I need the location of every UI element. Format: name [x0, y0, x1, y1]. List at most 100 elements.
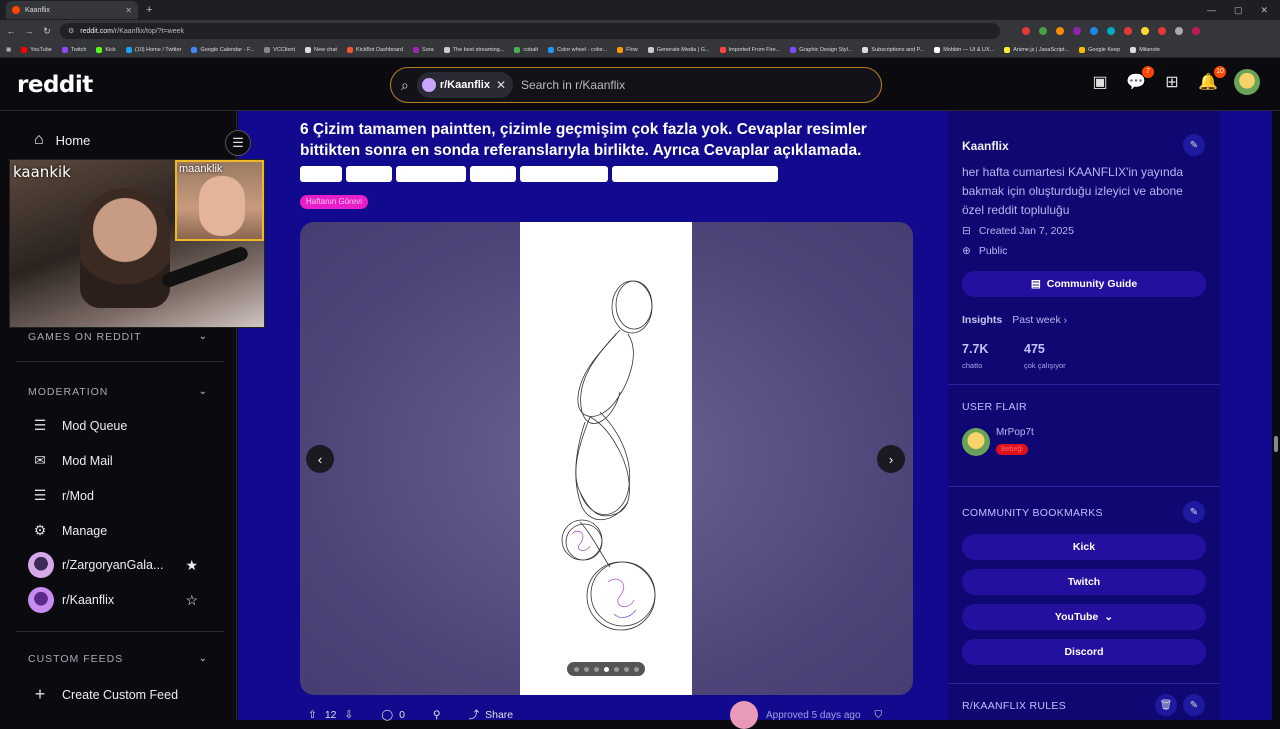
- sidebar-item-home[interactable]: ⌂ Home: [34, 131, 90, 149]
- apps-icon[interactable]: ▦: [6, 47, 11, 53]
- bookmark-item[interactable]: The best streaming...: [443, 46, 504, 53]
- insights-period-dropdown[interactable]: Past week ›: [1012, 314, 1067, 326]
- bookmark-item[interactable]: Color wheel - color...: [548, 46, 607, 53]
- extension-icon[interactable]: [1141, 27, 1149, 35]
- bookmark-item[interactable]: Milanote: [1130, 46, 1160, 53]
- bookmark-item[interactable]: Twitch: [61, 46, 86, 53]
- extension-icon[interactable]: [1022, 27, 1030, 35]
- extension-icon[interactable]: [1039, 27, 1047, 35]
- sidebar-item-kaanflix[interactable]: r/Kaanflix ☆: [28, 587, 198, 613]
- downvote-icon[interactable]: ⇩: [345, 709, 354, 721]
- chat-icon[interactable]: 💬 7: [1126, 66, 1154, 92]
- comments-button[interactable]: ◯ 0: [381, 709, 405, 721]
- scrollbar-thumb[interactable]: [1274, 436, 1278, 452]
- search-bar[interactable]: ⌕ r/Kaanflix ✕: [390, 67, 882, 103]
- gallery-dot[interactable]: [603, 666, 609, 672]
- sidebar-item-zargoryan[interactable]: r/ZargoryanGala... ★: [28, 552, 198, 578]
- post-title[interactable]: 6 Çizim tamamen paintten, çizimle geçmiş…: [300, 119, 920, 161]
- bookmark-item[interactable]: Graphic Design Styl...: [790, 46, 852, 53]
- gallery-dot[interactable]: [583, 666, 589, 672]
- community-guide-button[interactable]: ▤ Community Guide: [962, 271, 1206, 297]
- award-icon[interactable]: ⚲: [433, 709, 441, 721]
- bookmark-twitch-button[interactable]: Twitch: [962, 569, 1206, 595]
- bookmark-item[interactable]: Mobbin — UI & UX...: [934, 46, 994, 53]
- page-scrollbar[interactable]: [1272, 111, 1280, 720]
- star-filled-icon[interactable]: ★: [185, 557, 198, 574]
- gallery-image[interactable]: [520, 222, 692, 695]
- bookmark-item[interactable]: Generate Media | G...: [647, 46, 710, 53]
- bookmark-item[interactable]: KickBot Dashboard: [346, 46, 403, 53]
- custom-feeds-section-header[interactable]: CUSTOM FEEDS ⌄: [28, 653, 208, 665]
- star-outline-icon[interactable]: ☆: [185, 592, 198, 609]
- sidebar-item-r-mod[interactable]: ☰ r/Mod: [30, 487, 200, 504]
- bookmark-item[interactable]: Sora: [413, 46, 434, 53]
- extension-icon[interactable]: [1124, 27, 1132, 35]
- sidebar-item-mod-mail[interactable]: ✉ Mod Mail: [30, 452, 200, 469]
- profile-icon[interactable]: [1192, 27, 1200, 35]
- gallery-dot[interactable]: [593, 666, 599, 672]
- bookmark-item[interactable]: Google Calendar - F...: [191, 46, 254, 53]
- gallery-dot[interactable]: [573, 666, 579, 672]
- collapse-sidebar-button[interactable]: ☰: [225, 130, 251, 156]
- forward-icon[interactable]: →: [24, 26, 34, 36]
- games-section-header[interactable]: GAMES ON REDDIT ⌄: [28, 331, 208, 343]
- bookmark-item[interactable]: Flow: [617, 46, 638, 53]
- bookmark-item[interactable]: Kick: [96, 46, 116, 53]
- user-avatar[interactable]: [1234, 69, 1260, 95]
- advertise-icon[interactable]: ▣: [1090, 72, 1110, 92]
- minimize-icon[interactable]: —: [1207, 5, 1216, 16]
- reload-icon[interactable]: ↻: [42, 26, 52, 37]
- extension-icon[interactable]: [1107, 27, 1115, 35]
- edit-pencil-icon[interactable]: ✎: [1183, 501, 1205, 523]
- maximize-icon[interactable]: ▢: [1234, 5, 1243, 16]
- close-window-icon[interactable]: ✕: [1260, 5, 1268, 16]
- bookmark-item[interactable]: YouTube: [21, 46, 52, 53]
- back-icon[interactable]: ←: [6, 26, 16, 36]
- bookmark-kick-button[interactable]: Kick: [962, 534, 1206, 560]
- bookmark-discord-button[interactable]: Discord: [962, 639, 1206, 665]
- upvote-icon[interactable]: ⇧: [308, 709, 317, 721]
- user-flair[interactable]: MrPop7t Bebeği: [962, 427, 1034, 456]
- bookmark-item[interactable]: New chat: [305, 46, 337, 53]
- close-tab-icon[interactable]: ✕: [125, 6, 132, 15]
- bookmark-item[interactable]: Google Keep: [1079, 46, 1120, 53]
- bookmark-youtube-button[interactable]: YouTube ⌄: [962, 604, 1206, 630]
- extension-icon[interactable]: [1158, 27, 1166, 35]
- extension-icon[interactable]: [1090, 27, 1098, 35]
- delete-icon[interactable]: 🗑: [1155, 694, 1177, 716]
- create-post-icon[interactable]: ⊞: [1162, 72, 1182, 92]
- bookmark-item[interactable]: Imported From Fire...: [719, 46, 780, 53]
- bookmark-item[interactable]: Subscriptions and P...: [862, 46, 924, 53]
- bookmark-item[interactable]: cobalt: [514, 46, 538, 53]
- new-tab-icon[interactable]: +: [146, 4, 152, 16]
- extension-icon[interactable]: [1056, 27, 1064, 35]
- url-field[interactable]: ⚙ reddit.com/r/Kaanflix/top/?t=week: [60, 23, 1000, 39]
- gallery-dot[interactable]: [633, 666, 639, 672]
- bookmark-favicon-icon: [1130, 46, 1137, 53]
- gallery-next-button[interactable]: ›: [877, 445, 905, 473]
- post-flair[interactable]: Haftanın Görevi: [300, 195, 369, 209]
- gallery-dot[interactable]: [623, 666, 629, 672]
- stat-label: çok çalışıyor: [1024, 361, 1066, 370]
- remove-chip-icon[interactable]: ✕: [496, 78, 506, 92]
- community-search-chip[interactable]: r/Kaanflix ✕: [416, 72, 514, 98]
- moderation-section-header[interactable]: MODERATION ⌄: [28, 386, 208, 398]
- extension-icon[interactable]: [1175, 27, 1183, 35]
- gallery-dot[interactable]: [613, 666, 619, 672]
- extension-icon[interactable]: [1073, 27, 1081, 35]
- create-custom-feed-button[interactable]: + Create Custom Feed: [30, 684, 200, 705]
- search-input[interactable]: [521, 78, 822, 92]
- bookmark-item[interactable]: Anime.js | JavaScript...: [1004, 46, 1069, 53]
- edit-pencil-icon[interactable]: ✎: [1183, 134, 1205, 156]
- bookmark-item[interactable]: (10) Home / Twitter: [125, 46, 181, 53]
- sidebar-item-mod-queue[interactable]: ☰ Mod Queue: [30, 417, 200, 434]
- notifications-icon[interactable]: 🔔 10: [1198, 66, 1226, 92]
- reddit-logo[interactable]: reddit: [17, 72, 93, 98]
- browser-tab[interactable]: Kaanflix ✕: [6, 1, 138, 19]
- site-info-icon[interactable]: ⚙: [68, 27, 74, 35]
- sidebar-item-manage[interactable]: ⚙ Manage: [30, 522, 200, 539]
- shield-icon[interactable]: ⛉: [875, 710, 883, 721]
- edit-pencil-icon[interactable]: ✎: [1183, 694, 1205, 716]
- bookmark-item[interactable]: VCClient: [264, 46, 295, 53]
- gallery-prev-button[interactable]: ‹: [306, 445, 334, 473]
